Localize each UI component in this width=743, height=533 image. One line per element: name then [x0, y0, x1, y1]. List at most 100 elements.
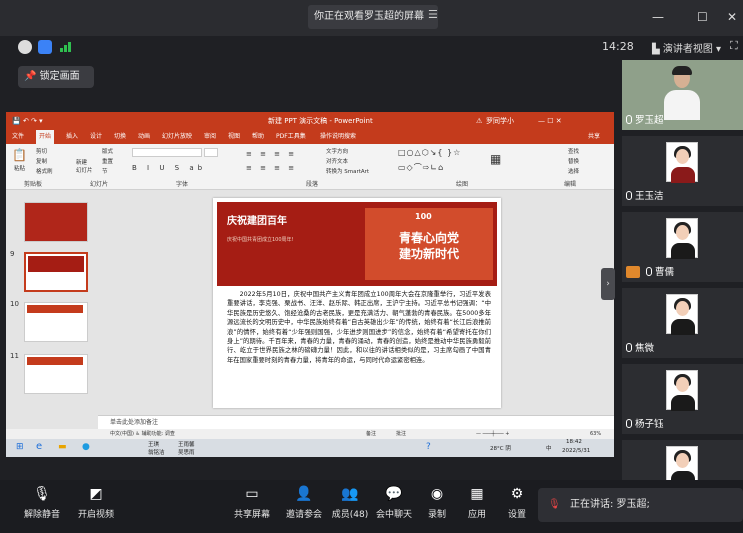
align-buttons[interactable]: ≡ ≡ ≡ ≡: [246, 164, 297, 172]
fullscreen-icon[interactable]: ⛶: [730, 39, 738, 53]
align-text-button[interactable]: 对齐文本: [326, 157, 348, 165]
participant-tile[interactable]: 焦微: [622, 288, 743, 358]
shapes-gallery-row2[interactable]: ▭◇⌒⇨∟⌂: [398, 162, 444, 173]
tell-me-search[interactable]: 操作说明搜索: [320, 130, 356, 144]
participant-tile[interactable]: 杨子钰: [622, 364, 743, 434]
paste-icon[interactable]: 📋: [12, 148, 27, 162]
slogan-line-2: 建功新时代: [398, 247, 459, 261]
taskbar-user[interactable]: 王雨馨: [178, 440, 195, 448]
zoom-level[interactable]: 63%: [590, 429, 601, 439]
invite-button[interactable]: 👤 邀请参会: [284, 486, 324, 520]
section-button[interactable]: 节: [102, 167, 108, 175]
layout-button[interactable]: 版式: [102, 147, 113, 155]
speaking-text: 正在讲话: 罗玉超;: [570, 499, 650, 510]
select-button[interactable]: 选择: [568, 167, 579, 175]
members-button[interactable]: 👥 成员(48): [328, 486, 372, 520]
text-direction-button[interactable]: 文字方向: [326, 147, 348, 155]
share-screen-button[interactable]: ▭ 共享屏幕: [232, 486, 272, 520]
participant-name: 杨子钰: [626, 416, 664, 430]
participant-tile[interactable]: 曹儒: [622, 212, 743, 282]
unmute-button[interactable]: 🎙︎ 解除静音: [20, 486, 64, 520]
browser-icon[interactable]: ●: [82, 442, 90, 452]
participant-photo: [666, 142, 698, 183]
slide-thumbnail-selected[interactable]: [24, 252, 88, 292]
collapse-gallery-button[interactable]: ›: [601, 268, 615, 300]
ime-indicator[interactable]: 中: [546, 444, 552, 452]
tab-insert[interactable]: 插入: [66, 130, 78, 144]
menu-icon[interactable]: ☰: [428, 8, 438, 21]
paragraph-buttons[interactable]: ≡ ≡ ≡ ≡: [246, 150, 297, 158]
comments-toggle[interactable]: 批注: [396, 429, 406, 439]
font-name-select[interactable]: [132, 148, 202, 157]
slide-thumbnail[interactable]: [24, 202, 88, 242]
close-icon[interactable]: ✕: [727, 11, 737, 23]
settings-button[interactable]: ⚙ 设置: [504, 486, 530, 520]
participant-tile[interactable]: 王玉洁: [622, 136, 743, 206]
window-title: 你正在观看罗玉超的屏幕: [308, 5, 438, 29]
current-slide[interactable]: 庆祝建团百年 庆祝中国共青团成立100周年! 100 青春心向党 建功新时代 2…: [213, 198, 501, 408]
slide-thumbnail[interactable]: [24, 302, 88, 342]
chat-button[interactable]: 💬 会中聊天: [374, 486, 414, 520]
tab-review[interactable]: 审阅: [204, 130, 216, 144]
shield-icon[interactable]: [38, 40, 52, 54]
maximize-icon[interactable]: ☐: [697, 11, 708, 23]
tab-file[interactable]: 文件: [12, 130, 24, 144]
replace-button[interactable]: 替换: [568, 157, 579, 165]
tab-design[interactable]: 设计: [90, 130, 102, 144]
slide-thumbnail[interactable]: [24, 354, 88, 394]
new-slide-button[interactable]: 新建 幻灯片: [76, 158, 94, 174]
taskbar-user[interactable]: 王琪: [148, 440, 159, 448]
help-icon[interactable]: ?: [426, 442, 431, 452]
participant-tile[interactable]: [622, 440, 743, 480]
folder-icon[interactable]: ▬: [58, 442, 67, 452]
font-size-select[interactable]: [204, 148, 218, 157]
tab-animations[interactable]: 动画: [138, 130, 150, 144]
ppt-quick-access-icons[interactable]: 💾 ↶ ↷ ▾: [12, 112, 43, 130]
edge-icon[interactable]: e: [36, 441, 42, 452]
copy-button[interactable]: 复制: [36, 157, 47, 165]
smartart-button[interactable]: 转换为 SmartArt: [326, 167, 369, 175]
paste-label[interactable]: 粘贴: [14, 164, 25, 172]
start-video-button[interactable]: ◩ 开启视频: [74, 486, 118, 520]
tab-transitions[interactable]: 切换: [114, 130, 126, 144]
tab-pdf-tools[interactable]: PDF工具集: [276, 130, 306, 144]
minimize-icon[interactable]: —: [652, 11, 664, 23]
font-style-buttons[interactable]: B I U S ab: [132, 164, 206, 172]
host-badge-icon: [626, 266, 640, 278]
notes-toggle[interactable]: 备注: [366, 429, 376, 439]
shared-screen: 💾 ↶ ↷ ▾ 新建 PPT 演示文稿 - PowerPoint ⚠ 罗同学小 …: [6, 112, 614, 457]
meeting-time: 14:28: [602, 40, 634, 53]
shapes-gallery[interactable]: □○△⬡↘{ }☆: [398, 148, 461, 157]
record-button[interactable]: ◉ 录制: [424, 486, 450, 520]
slide-number: 11: [10, 352, 19, 360]
find-button[interactable]: 查找: [568, 147, 579, 155]
quick-styles-icon[interactable]: ▦: [490, 152, 501, 166]
notes-pane[interactable]: 单击此处添加备注: [98, 415, 614, 429]
reset-button[interactable]: 重置: [102, 157, 113, 165]
start-video-label: 开启视频: [77, 510, 114, 520]
taskbar-user[interactable]: 吴思雨: [178, 448, 195, 456]
group-editing: 编辑: [564, 181, 577, 188]
participant-name: 曹儒: [646, 264, 674, 278]
participant-tile[interactable]: 罗玉超: [622, 60, 743, 130]
share-ppt-button[interactable]: 共享: [588, 130, 600, 144]
lock-view-button[interactable]: 📌 锁定画面: [18, 66, 94, 88]
info-icon[interactable]: [18, 40, 32, 54]
zoom-slider[interactable]: — ───┼─── +: [476, 429, 509, 439]
tab-view[interactable]: 视图: [228, 130, 240, 144]
add-user-icon: 👤: [295, 486, 313, 502]
tab-home[interactable]: 开始: [36, 130, 55, 144]
meeting-window: 你正在观看罗玉超的屏幕 ☰ — ☐ ✕ 📌 锁定画面 14:28 ▙ 演讲者视图…: [0, 0, 743, 533]
weather[interactable]: 28°C 阴: [490, 444, 511, 452]
slide-body-text[interactable]: 2022年5月10日，庆祝中国共产主义青年团成立100周年大会在京隆重举行，习近…: [227, 290, 491, 365]
apps-button[interactable]: ▦ 应用: [464, 486, 490, 520]
taskbar-user[interactable]: 翁铭洁: [148, 448, 165, 456]
windows-start-icon[interactable]: ⊞: [16, 442, 24, 452]
tab-help[interactable]: 帮助: [252, 130, 264, 144]
cut-button[interactable]: 剪切: [36, 147, 47, 155]
format-painter-button[interactable]: 格式刷: [36, 167, 53, 175]
tab-slideshow[interactable]: 幻灯片放映: [162, 130, 192, 144]
ppt-window-controls[interactable]: — ☐ ✕: [538, 112, 562, 130]
signal-icon[interactable]: [60, 42, 72, 52]
presenter-view-button[interactable]: ▙ 演讲者视图 ▾: [652, 40, 721, 55]
